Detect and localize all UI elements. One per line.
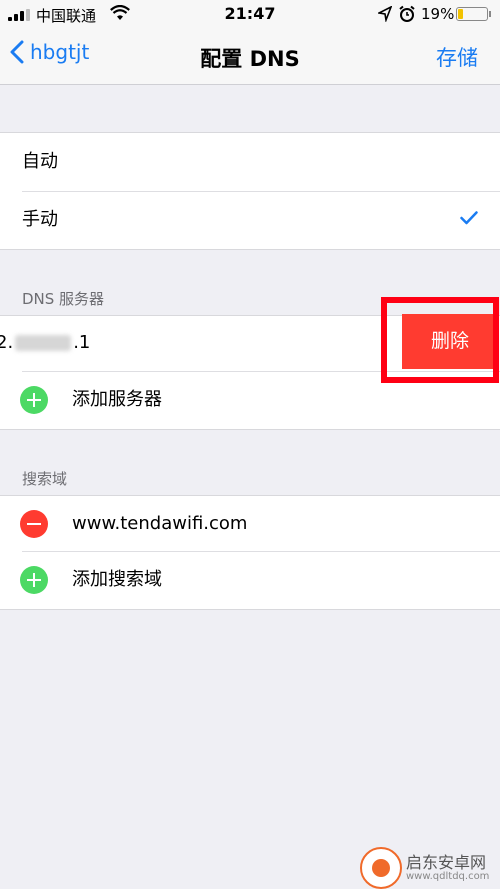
mode-option-manual[interactable]: 手动 [0,191,500,249]
add-icon [20,566,48,594]
battery-icon [456,7,488,21]
search-domain-group: www.tendawifi.com 添加搜索域 [0,495,500,610]
dns-section-header: DNS 服务器 [22,290,105,308]
alarm-icon [399,5,415,22]
mode-option-label: 手动 [22,209,58,230]
watermark-icon [360,847,402,889]
add-server-label: 添加服务器 [72,389,162,410]
watermark-name: 启东安卓网 [406,853,487,872]
remove-icon[interactable] [20,510,48,538]
watermark-logo: 启东安卓网 www.qdltdq.com [360,847,500,889]
mode-option-auto[interactable]: 自动 [0,133,500,191]
navigation-bar: hbgtjt 配置 DNS 存储 [0,30,500,85]
dns-server-suffix: .1 [73,332,91,353]
search-domain-row[interactable]: www.tendawifi.com [0,496,500,551]
status-bar: 中国联通 21:47 19% [0,0,500,30]
mode-option-label: 自动 [22,151,58,172]
search-domain-header: 搜索域 [22,470,68,488]
search-domain-value: www.tendawifi.com [72,513,248,534]
page-title: 配置 DNS [200,47,300,71]
add-search-domain-label: 添加搜索域 [72,569,162,590]
location-icon [378,6,392,22]
highlight-box [381,297,499,383]
add-icon [20,386,48,414]
dns-mode-group: 自动 手动 [0,132,500,250]
checkmark-icon [460,211,478,225]
watermark-url: www.qdltdq.com [406,871,490,882]
battery-percent: 19% [421,5,455,23]
dns-server-prefix: 2. [0,332,14,353]
redacted-address [15,335,72,351]
battery-level [458,9,463,19]
add-search-domain-row[interactable]: 添加搜索域 [0,551,500,609]
save-button[interactable]: 存储 [436,42,478,72]
battery-tip [489,11,491,17]
dns-server-address: 2. .1 [0,316,90,370]
